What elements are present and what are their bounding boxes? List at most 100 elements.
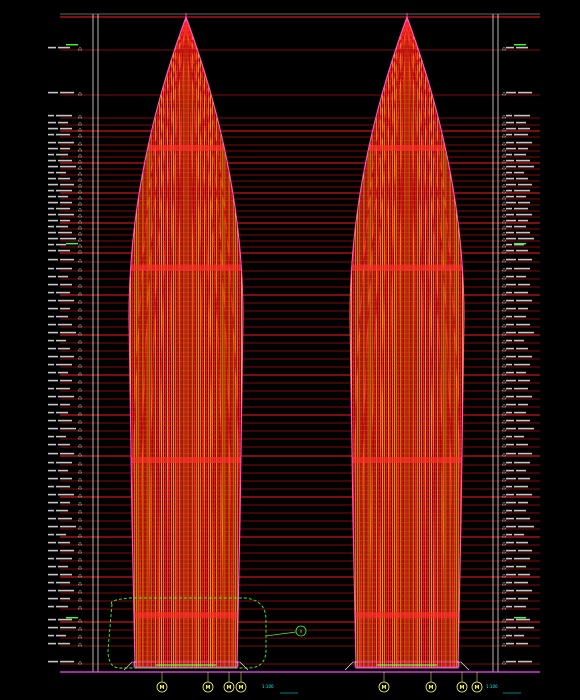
level-mark [506, 225, 512, 228]
level-mark [48, 493, 56, 496]
level-mark [516, 46, 528, 49]
level-mark [506, 477, 516, 480]
level-triangle [501, 91, 507, 96]
level-triangle [501, 517, 507, 522]
level-mark [518, 427, 534, 430]
level-mark [514, 387, 528, 390]
level-mark [48, 517, 56, 520]
level-mark [48, 605, 54, 608]
level-mark [506, 231, 514, 234]
level-mark [48, 642, 56, 645]
level-triangle [501, 225, 507, 230]
level-mark [514, 339, 524, 342]
level-mark-accent [514, 44, 526, 46]
level-mark [56, 225, 68, 228]
level-triangle [77, 589, 83, 594]
level-mark [60, 427, 76, 430]
level-triangle [501, 589, 507, 594]
level-mark [518, 258, 532, 261]
level-mark [514, 411, 526, 414]
level-mark [518, 379, 530, 382]
level-triangle [501, 183, 507, 188]
level-mark [518, 660, 532, 663]
level-mark [58, 347, 70, 350]
level-triangle [77, 581, 83, 586]
level-mark [48, 395, 56, 398]
level-mark [48, 411, 54, 414]
level-mark [516, 275, 526, 278]
level-mark [48, 533, 54, 536]
level-mark [514, 153, 526, 156]
mechanical-band [350, 145, 464, 151]
level-mark [514, 267, 530, 270]
level-mark [58, 443, 70, 446]
level-mark [506, 371, 514, 374]
level-mark [516, 517, 530, 520]
mechanical-band [129, 265, 243, 271]
grid-bubbles: M M M M M M M M 1:100 1:100 [156, 672, 521, 694]
level-mark [48, 195, 56, 198]
level-mark [506, 153, 512, 156]
mechanical-band [129, 457, 243, 463]
level-mark [514, 605, 526, 608]
level-mark [60, 477, 72, 480]
dimension-text: 1:100 [486, 684, 498, 689]
level-mark [48, 509, 54, 512]
level-mark [518, 477, 530, 480]
level-mark [60, 452, 74, 455]
level-triangle [77, 46, 83, 51]
level-mark [506, 541, 514, 544]
level-mark [506, 525, 516, 528]
level-mark [58, 618, 72, 621]
level-mark [518, 127, 530, 130]
level-mark [506, 127, 516, 130]
level-mark [58, 299, 74, 302]
level-triangle [501, 275, 507, 280]
level-mark [48, 363, 54, 366]
level-mark [56, 557, 72, 560]
level-triangle [501, 443, 507, 448]
level-triangle [501, 626, 507, 631]
level-triangle [501, 419, 507, 424]
level-mark [506, 581, 512, 584]
level-triangle [77, 315, 83, 320]
level-triangle [501, 347, 507, 352]
level-mark [58, 371, 68, 374]
level-mark [58, 589, 74, 592]
level-mark [58, 121, 68, 124]
level-mark [60, 331, 76, 334]
elevation-drawing: A M M M M M M M M1:100 1:100 [48, 13, 540, 694]
level-mark [48, 183, 58, 186]
level-mark [60, 147, 70, 150]
level-triangle [501, 509, 507, 514]
level-mark [56, 114, 72, 117]
level-mark [48, 589, 56, 592]
level-triangle [501, 339, 507, 344]
level-mark [48, 201, 58, 204]
level-mark [506, 249, 514, 252]
level-triangle [501, 557, 507, 562]
level-mark [48, 315, 54, 318]
level-mark [514, 114, 530, 117]
level-mark [60, 258, 74, 261]
level-mark [514, 435, 524, 438]
level-mark [48, 159, 56, 162]
level-triangle [77, 477, 83, 482]
level-mark [48, 213, 56, 216]
level-triangle [501, 379, 507, 384]
level-mark-accent [514, 617, 526, 619]
level-triangle [501, 395, 507, 400]
level-triangle [501, 387, 507, 392]
level-mark [506, 452, 516, 455]
level-triangle [77, 275, 83, 280]
level-triangle [501, 237, 507, 242]
level-mark-accent [66, 243, 78, 245]
level-triangle [77, 565, 83, 570]
level-mark [48, 249, 56, 252]
level-mark [514, 581, 528, 584]
level-mark [506, 147, 516, 150]
level-mark [514, 533, 524, 536]
level-mark [506, 469, 514, 472]
tower-right [344, 13, 470, 671]
level-mark [58, 419, 72, 422]
